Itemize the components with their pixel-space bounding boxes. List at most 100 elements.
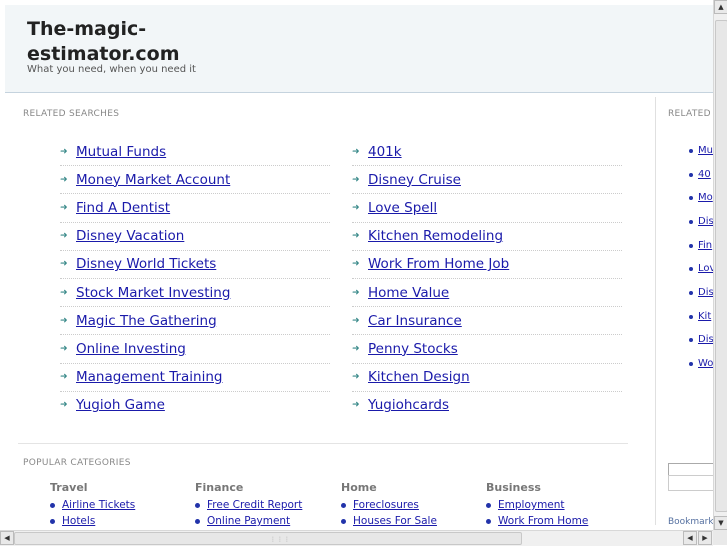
search-link[interactable]: Stock Market Investing	[76, 285, 230, 301]
search-link[interactable]: Disney Vacation	[76, 228, 184, 244]
search-link[interactable]: Yugioh Game	[76, 397, 165, 413]
search-link[interactable]: Penny Stocks	[368, 341, 458, 357]
search-link[interactable]: Magic The Gathering	[76, 313, 217, 329]
search-link[interactable]: Car Insurance	[368, 313, 462, 329]
arrow-right-icon: ➜	[60, 287, 68, 298]
right-related-link[interactable]: Mu	[698, 145, 713, 156]
search-row: ➜ Penny Stocks	[352, 335, 622, 364]
bullet-icon	[341, 502, 346, 508]
right-related-link[interactable]: Kit	[698, 311, 711, 322]
search-row: ➜ Disney World Tickets	[60, 251, 330, 279]
search-row: ➜ Stock Market Investing	[60, 279, 330, 308]
search-link[interactable]: Online Investing	[76, 341, 186, 357]
search-row: ➜ Yugiohcards	[352, 392, 622, 419]
right-related-link[interactable]: Dis	[698, 287, 714, 298]
bullet-icon	[689, 314, 693, 319]
arrow-right-icon: ➜	[352, 372, 360, 383]
category-link[interactable]: Hotels	[62, 515, 95, 527]
site-title[interactable]: The-magic- estimator.com	[27, 17, 227, 67]
search-row: ➜ Mutual Funds	[60, 138, 330, 167]
category-home: Home Foreclosures Houses For Sale	[341, 481, 481, 529]
right-related-link[interactable]: Fin	[698, 240, 712, 251]
search-row: ➜ Disney Cruise	[352, 166, 622, 195]
horizontal-scroll-thumb[interactable]: ⋮⋮⋮	[14, 532, 522, 545]
bullet-icon	[689, 195, 693, 200]
horizontal-scrollbar[interactable]: ◀ ⋮⋮⋮ ◀ ▶	[0, 530, 713, 546]
bullet-icon	[689, 266, 693, 271]
search-link[interactable]: Home Value	[368, 285, 449, 301]
right-related-item: Dis	[689, 287, 714, 298]
search-row: ➜ Find A Dentist	[60, 194, 330, 223]
search-link[interactable]: Work From Home Job	[368, 256, 509, 272]
bullet-icon	[689, 243, 693, 248]
search-link[interactable]: Love Spell	[368, 200, 437, 216]
search-link[interactable]: Money Market Account	[76, 172, 230, 188]
scroll-left-button-end[interactable]: ◀	[683, 531, 697, 545]
search-link[interactable]: Kitchen Remodeling	[368, 228, 503, 244]
search-link[interactable]: Mutual Funds	[76, 144, 166, 160]
category-travel: Travel Airline Tickets Hotels	[50, 481, 190, 529]
category-link[interactable]: Work From Home	[498, 515, 588, 527]
arrow-right-icon: ➜	[60, 372, 68, 383]
search-link[interactable]: 401k	[368, 144, 402, 160]
right-related-link[interactable]: Wo	[698, 358, 713, 369]
scroll-right-button[interactable]: ▶	[698, 531, 712, 545]
search-link[interactable]: Management Training	[76, 369, 223, 385]
bullet-icon	[486, 518, 491, 524]
search-link[interactable]: Kitchen Design	[368, 369, 470, 385]
search-link[interactable]: Disney Cruise	[368, 172, 461, 188]
search-link[interactable]: Yugiohcards	[368, 397, 449, 413]
bullet-icon	[50, 502, 55, 508]
arrow-right-icon: ➜	[352, 146, 360, 157]
bullet-icon	[689, 337, 693, 342]
arrow-right-icon: ➜	[60, 202, 68, 213]
arrow-right-icon: ➜	[352, 202, 360, 213]
category-title: Home	[341, 481, 377, 494]
search-row: ➜ Car Insurance	[352, 307, 622, 336]
category-link[interactable]: Online Payment	[207, 515, 290, 527]
category-link[interactable]: Airline Tickets	[62, 499, 135, 511]
search-row: ➜ Home Value	[352, 279, 622, 308]
right-related-link[interactable]: Dis	[698, 334, 714, 345]
arrow-right-icon: ➜	[60, 343, 68, 354]
arrow-right-icon: ➜	[352, 259, 360, 270]
bullet-icon	[50, 518, 55, 524]
category-link[interactable]: Free Credit Report	[207, 499, 302, 511]
category-item: Free Credit Report	[195, 497, 335, 513]
right-related-link[interactable]: Mo	[698, 192, 713, 203]
scroll-down-button[interactable]: ▼	[714, 516, 727, 530]
search-row: ➜ Kitchen Design	[352, 364, 622, 392]
category-link[interactable]: Employment	[498, 499, 565, 511]
site-title-line1: The-magic-	[27, 18, 147, 40]
vertical-scroll-thumb[interactable]	[715, 20, 727, 512]
right-related-item: Mu	[689, 145, 713, 156]
right-related-link[interactable]: 40	[698, 169, 711, 180]
arrow-right-icon: ➜	[352, 287, 360, 298]
category-title: Business	[486, 481, 541, 494]
arrow-right-icon: ➜	[60, 400, 68, 411]
category-business: Business Employment Work From Home	[486, 481, 626, 529]
arrow-right-icon: ➜	[60, 315, 68, 326]
category-item: Employment	[486, 497, 626, 513]
search-input-secondary[interactable]	[668, 475, 714, 491]
grip-icon: ⋮⋮⋮	[270, 536, 291, 543]
category-link[interactable]: Houses For Sale	[353, 515, 437, 527]
right-related-link[interactable]: Lov	[698, 263, 714, 274]
arrow-right-icon: ➜	[352, 400, 360, 411]
right-related-label: RELATED	[668, 109, 711, 119]
bullet-icon	[689, 172, 693, 177]
right-related-link[interactable]: Dis	[698, 216, 714, 227]
bullet-icon	[195, 502, 200, 508]
search-row: ➜ Kitchen Remodeling	[352, 223, 622, 251]
category-title: Finance	[195, 481, 244, 494]
right-related-item: Kit	[689, 311, 711, 322]
right-related-item: Lov	[689, 263, 714, 274]
category-item: Online Payment	[195, 513, 335, 529]
scroll-left-button[interactable]: ◀	[0, 531, 14, 545]
category-link[interactable]: Foreclosures	[353, 499, 419, 511]
vertical-scrollbar[interactable]: ▲ ▼	[713, 0, 727, 530]
scroll-up-button[interactable]: ▲	[714, 0, 727, 14]
search-link[interactable]: Disney World Tickets	[76, 256, 216, 272]
search-link[interactable]: Find A Dentist	[76, 200, 170, 216]
bookmark-link[interactable]: Bookmark	[668, 517, 714, 525]
